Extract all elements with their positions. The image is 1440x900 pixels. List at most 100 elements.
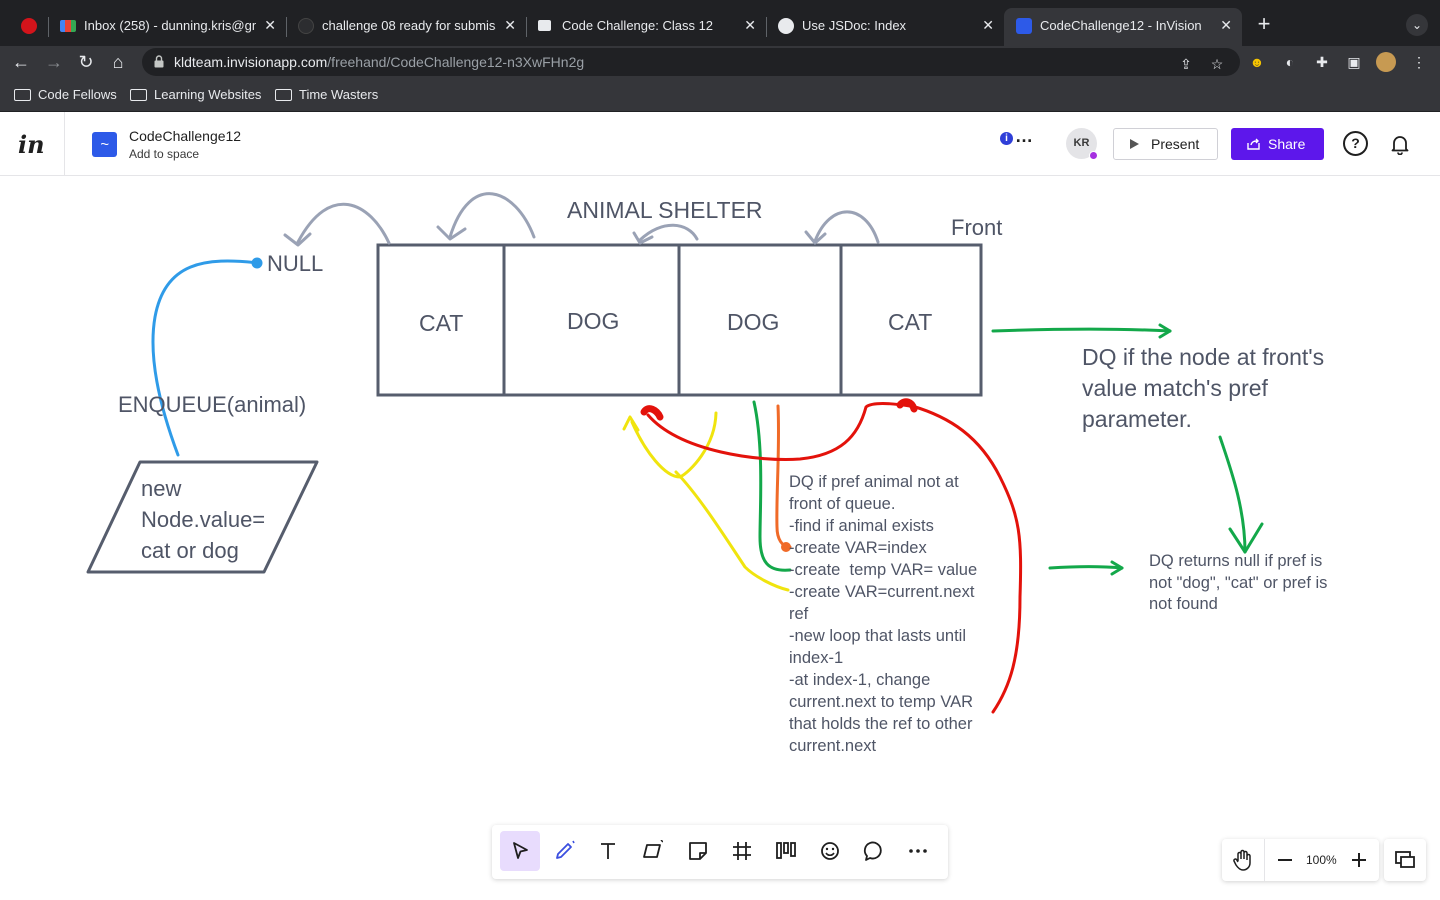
address-bar[interactable]: kldteam.invisionapp.com/freehand/CodeCha… bbox=[142, 48, 1240, 76]
dq-pref-note[interactable]: DQ if pref animal not at front of queue.… bbox=[789, 471, 1024, 757]
globe-icon bbox=[778, 18, 794, 34]
present-label: Present bbox=[1151, 136, 1200, 152]
more-tools-button[interactable] bbox=[898, 831, 938, 871]
bookmark-folder-learning-websites[interactable]: Learning Websites bbox=[130, 87, 261, 103]
extensions-puzzle-icon[interactable]: ✚ bbox=[1313, 53, 1331, 71]
tab-title: Use JSDoc: Index bbox=[802, 18, 907, 33]
tab-title: Inbox (258) - dunning.kris@gm bbox=[84, 18, 256, 33]
back-arrow-icon[interactable]: ← bbox=[10, 51, 32, 73]
text-icon bbox=[601, 843, 615, 859]
share-page-icon[interactable]: ⇪ bbox=[1177, 55, 1195, 73]
zoom-level[interactable]: 100% bbox=[1306, 853, 1337, 867]
enqueue-label[interactable]: ENQUEUE(animal) bbox=[118, 392, 306, 418]
close-tab-icon[interactable]: ✕ bbox=[504, 17, 516, 33]
bookmark-star-icon[interactable]: ☆ bbox=[1208, 55, 1226, 73]
null-label[interactable]: NULL bbox=[267, 251, 323, 277]
note-line: current.next to temp VAR bbox=[789, 693, 974, 711]
extension-circle-icon[interactable]: ◐ bbox=[1281, 53, 1299, 71]
reload-icon[interactable]: ↻ bbox=[75, 51, 97, 73]
new-node-note[interactable]: new Node.value= cat or dog bbox=[141, 473, 291, 566]
add-to-space-link[interactable]: Add to space bbox=[129, 147, 199, 161]
help-icon[interactable]: ? bbox=[1343, 131, 1368, 156]
close-tab-icon[interactable]: ✕ bbox=[982, 17, 994, 33]
lock-icon[interactable] bbox=[154, 55, 164, 68]
note-line: ref bbox=[789, 605, 809, 623]
shape-tool-button[interactable] bbox=[632, 831, 672, 871]
note-line: current.next bbox=[789, 737, 877, 755]
note-line: -new loop that lasts until bbox=[789, 627, 967, 645]
close-tab-icon[interactable]: ✕ bbox=[264, 17, 276, 33]
hand-pan-icon[interactable] bbox=[1231, 848, 1255, 872]
enqueue-arrow bbox=[151, 257, 263, 457]
dq-front-note[interactable]: DQ if the node at front's value match's … bbox=[1082, 342, 1332, 435]
side-panel-icon[interactable]: ▣ bbox=[1345, 53, 1363, 71]
canvas-icon bbox=[538, 20, 551, 31]
flowchart-tool-button[interactable] bbox=[766, 831, 806, 871]
bookmarks-bar: Code Fellows Learning Websites Time Wast… bbox=[0, 78, 1440, 112]
note-line: -create temp VAR= value bbox=[789, 561, 978, 579]
bookmark-folder-time-wasters[interactable]: Time Wasters bbox=[275, 87, 378, 103]
bookmark-label: Learning Websites bbox=[154, 87, 262, 102]
note-line: -create VAR=current.next bbox=[789, 583, 975, 601]
new-tab-button[interactable]: + bbox=[1254, 13, 1274, 35]
forward-arrow-icon[interactable]: → bbox=[43, 51, 65, 73]
queue-cell-label[interactable]: DOG bbox=[567, 308, 619, 335]
gmail-icon bbox=[60, 20, 76, 32]
invision-header: in ~ CodeChallenge12 Add to space i … KR… bbox=[0, 112, 1440, 176]
zoom-out-button[interactable] bbox=[1278, 859, 1292, 861]
layout-toggle-button[interactable] bbox=[1384, 839, 1426, 881]
tab-search-button[interactable]: ⌄ bbox=[1406, 14, 1428, 36]
tab-canvas[interactable]: Code Challenge: Class 12 ✕ bbox=[526, 8, 766, 46]
tool-palette bbox=[492, 825, 948, 879]
browser-menu-icon[interactable]: ⋮ bbox=[1410, 53, 1428, 71]
select-tool-button[interactable] bbox=[500, 831, 540, 871]
notification-bell-icon[interactable] bbox=[1389, 133, 1411, 155]
share-button[interactable]: Share bbox=[1231, 128, 1324, 160]
folder-icon bbox=[14, 89, 31, 101]
screens-icon bbox=[1395, 851, 1415, 868]
tab-title: CodeChallenge12 - InVision bbox=[1040, 18, 1202, 33]
tab-code-fellows[interactable] bbox=[10, 8, 48, 46]
pen-tool-button[interactable] bbox=[544, 831, 584, 871]
home-icon[interactable]: ⌂ bbox=[107, 51, 129, 73]
whiteboard-canvas[interactable]: ANIMAL SHELTER Front NULL CAT DOG DOG CA… bbox=[0, 177, 1440, 900]
bookmark-label: Time Wasters bbox=[299, 87, 379, 102]
close-tab-icon[interactable]: ✕ bbox=[1220, 17, 1232, 33]
frame-icon bbox=[733, 842, 751, 860]
code-fellows-icon bbox=[21, 18, 37, 34]
present-button[interactable]: Present bbox=[1113, 128, 1218, 160]
sticker-tool-button[interactable] bbox=[810, 831, 850, 871]
info-menu-button[interactable]: i … bbox=[1000, 126, 1036, 150]
extension-emoji-icon[interactable]: ☻ bbox=[1248, 53, 1266, 71]
flowchart-icon bbox=[776, 842, 796, 859]
text-tool-button[interactable] bbox=[588, 831, 628, 871]
zoom-in-button[interactable] bbox=[1352, 853, 1366, 867]
presence-dot bbox=[1089, 151, 1098, 160]
close-tab-icon[interactable]: ✕ bbox=[744, 17, 756, 33]
sticker-icon bbox=[821, 842, 839, 860]
invision-logo[interactable]: in bbox=[18, 130, 45, 159]
dq-null-note[interactable]: DQ returns null if pref is not "dog", "c… bbox=[1149, 551, 1349, 616]
sticky-note-icon bbox=[689, 842, 707, 860]
comment-tool-button[interactable] bbox=[854, 831, 894, 871]
profile-avatar[interactable] bbox=[1376, 52, 1396, 72]
front-label[interactable]: Front bbox=[951, 215, 1002, 241]
bookmark-folder-code-fellows[interactable]: Code Fellows bbox=[14, 87, 117, 103]
document-title[interactable]: CodeChallenge12 bbox=[129, 128, 241, 144]
tab-jsdoc[interactable]: Use JSDoc: Index ✕ bbox=[766, 8, 1004, 46]
tab-invision[interactable]: CodeChallenge12 - InVision ✕ bbox=[1004, 8, 1242, 46]
bookmark-label: Code Fellows bbox=[38, 87, 117, 102]
header-divider bbox=[64, 112, 65, 176]
note-line: front of queue. bbox=[789, 495, 896, 513]
queue-cell-label[interactable]: DOG bbox=[727, 309, 779, 336]
play-icon bbox=[1130, 139, 1139, 149]
tab-gmail[interactable]: Inbox (258) - dunning.kris@gm ✕ bbox=[48, 8, 286, 46]
pen-icon bbox=[556, 840, 575, 859]
queue-cell-label[interactable]: CAT bbox=[419, 310, 463, 337]
tab-github[interactable]: challenge 08 ready for submiss ✕ bbox=[286, 8, 526, 46]
sticky-note-tool-button[interactable] bbox=[678, 831, 718, 871]
note-line: -create VAR=index bbox=[789, 539, 927, 557]
frame-tool-button[interactable] bbox=[722, 831, 762, 871]
queue-cell-label[interactable]: CAT bbox=[888, 309, 932, 336]
diagram-title[interactable]: ANIMAL SHELTER bbox=[567, 197, 763, 224]
